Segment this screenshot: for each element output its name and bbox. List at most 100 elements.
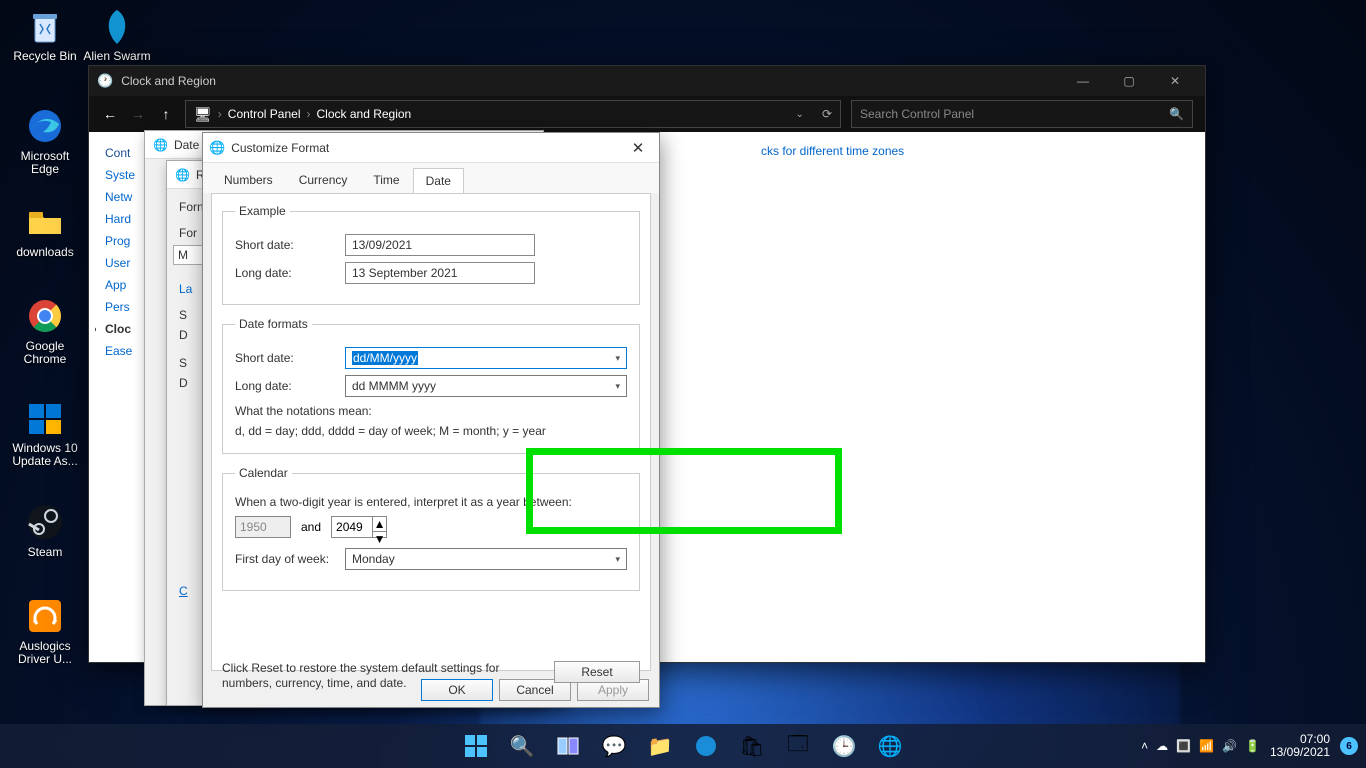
spin-up[interactable]: ▲ xyxy=(373,517,386,532)
close-button[interactable]: ✕ xyxy=(1153,67,1197,95)
group-example: Example Short date: 13/09/2021 Long date… xyxy=(222,204,640,305)
field-label: Short date: xyxy=(235,351,345,365)
field-label: Long date: xyxy=(235,379,345,393)
nav-back-button[interactable]: ← xyxy=(101,106,119,122)
group-legend: Example xyxy=(235,204,290,218)
clock-icon: 🕐 xyxy=(97,73,113,89)
maximize-button[interactable]: ▢ xyxy=(1107,67,1151,95)
nav-forward-button[interactable]: → xyxy=(129,106,147,122)
year-from-input: 1950 xyxy=(235,516,291,538)
breadcrumb[interactable]: 🖥 › Control Panel › Clock and Region ⌄ ⟳ xyxy=(185,100,841,128)
search-icon: 🔍 xyxy=(1169,107,1184,121)
taskbar: 🔍 💬 📁 🛍 🗔 🕒 🌐 ˄ ☁ 🔳 📶 🔊 🔋 07:00 13/09/20… xyxy=(0,724,1366,768)
field-label: Short date: xyxy=(235,238,345,252)
desktop-icon-steam[interactable]: Steam xyxy=(6,502,84,559)
desktop-icon-alien-swarm[interactable]: Alien Swarm xyxy=(78,6,156,63)
globe-icon: 🌐 xyxy=(175,168,190,182)
tab-strip: Numbers Currency Time Date xyxy=(203,163,659,193)
taskbar-app[interactable]: 🗔 xyxy=(778,726,818,766)
taskbar-explorer[interactable]: 📁 xyxy=(640,726,680,766)
desktop-icon-label: Windows 10 Update As... xyxy=(6,442,84,468)
tab-date[interactable]: Date xyxy=(413,168,464,194)
desktop-icon-recycle-bin[interactable]: Recycle Bin xyxy=(6,6,84,63)
desktop-icon-downloads[interactable]: downloads xyxy=(6,202,84,259)
link-clocks-timezones[interactable]: cks for different time zones xyxy=(761,144,904,158)
desktop-icon-label: Alien Swarm xyxy=(83,50,150,63)
tab-time[interactable]: Time xyxy=(360,167,412,193)
desktop-icon-label: Recycle Bin xyxy=(13,50,76,63)
desktop-icon-label: Google Chrome xyxy=(6,340,84,366)
recycle-bin-icon xyxy=(25,6,65,46)
link-language-prefs[interactable]: La xyxy=(179,282,192,296)
tray-wifi-icon[interactable]: 📶 xyxy=(1199,739,1214,753)
tab-numbers[interactable]: Numbers xyxy=(211,167,286,193)
chevron-down-icon: ▾ xyxy=(615,381,620,392)
chevron-down-icon: ▾ xyxy=(615,554,620,565)
desktop-icon-label: Microsoft Edge xyxy=(6,150,84,176)
group-legend: Date formats xyxy=(235,317,312,331)
long-date-format-combo[interactable]: dd MMMM yyyy▾ xyxy=(345,375,627,397)
taskbar-store[interactable]: 🛍 xyxy=(732,726,772,766)
and-label: and xyxy=(301,520,321,534)
field-label: Long date: xyxy=(235,266,345,280)
windows-update-icon xyxy=(25,398,65,438)
breadcrumb-item[interactable]: Control Panel xyxy=(228,107,301,121)
search-input[interactable]: Search Control Panel 🔍 xyxy=(851,100,1193,128)
alien-swarm-icon xyxy=(97,6,137,46)
tray-battery-icon[interactable]: 🔳 xyxy=(1176,739,1191,753)
notation-text: d, dd = day; ddd, dddd = day of week; M … xyxy=(235,423,627,439)
two-digit-year-label: When a two-digit year is entered, interp… xyxy=(235,494,627,510)
chevron-down-icon[interactable]: ⌄ xyxy=(796,109,804,120)
first-day-of-week-combo[interactable]: Monday▾ xyxy=(345,548,627,570)
dialog-title: Customize Format xyxy=(231,141,329,155)
field-label: First day of week: xyxy=(235,552,345,566)
taskbar-search[interactable]: 🔍 xyxy=(502,726,542,766)
tab-currency[interactable]: Currency xyxy=(286,167,361,193)
search-placeholder: Search Control Panel xyxy=(860,107,974,121)
steam-icon xyxy=(25,502,65,542)
tray-chevron-icon[interactable]: ˄ xyxy=(1141,739,1148,753)
taskbar-task-view[interactable] xyxy=(548,726,588,766)
long-date-example: 13 September 2021 xyxy=(345,262,535,284)
desktop-icon-label: Auslogics Driver U... xyxy=(6,640,84,666)
taskbar-settings-time[interactable]: 🕒 xyxy=(824,726,864,766)
desktop-icon-win10-update[interactable]: Windows 10 Update As... xyxy=(6,398,84,468)
breadcrumb-item[interactable]: Clock and Region xyxy=(317,107,412,121)
short-date-example: 13/09/2021 xyxy=(345,234,535,256)
minimize-button[interactable]: — xyxy=(1061,67,1105,95)
window-title: Clock and Region xyxy=(121,74,216,88)
taskbar-edge[interactable] xyxy=(686,726,726,766)
edge-icon xyxy=(25,106,65,146)
tray-onedrive-icon[interactable]: ☁ xyxy=(1156,739,1168,753)
group-legend: Calendar xyxy=(235,466,292,480)
desktop-icon-label: Steam xyxy=(28,546,63,559)
notation-heading: What the notations mean: xyxy=(235,403,627,419)
spin-down[interactable]: ▼ xyxy=(373,532,386,546)
globe-icon: 🌐 xyxy=(209,140,225,156)
close-button[interactable]: ✕ xyxy=(623,139,653,157)
folder-icon xyxy=(25,202,65,242)
year-to-input[interactable]: 2049 ▲▼ xyxy=(331,516,387,538)
desktop-icon-auslogics[interactable]: Auslogics Driver U... xyxy=(6,596,84,666)
auslogics-icon xyxy=(25,596,65,636)
refresh-button[interactable]: ⟳ xyxy=(822,107,832,121)
taskbar-clock[interactable]: 07:00 13/09/2021 xyxy=(1270,733,1330,759)
tray-power-icon[interactable]: 🔋 xyxy=(1245,739,1260,753)
group-calendar: Calendar When a two-digit year is entere… xyxy=(222,466,640,591)
nav-up-button[interactable]: ↑ xyxy=(157,106,175,122)
group-date-formats: Date formats Short date: dd/MM/yyyy▾ Lon… xyxy=(222,317,640,454)
desktop-icon-chrome[interactable]: Google Chrome xyxy=(6,296,84,366)
tray-volume-icon[interactable]: 🔊 xyxy=(1222,739,1237,753)
link-additional[interactable]: C xyxy=(179,584,188,598)
short-date-format-combo[interactable]: dd/MM/yyyy▾ xyxy=(345,347,627,369)
taskbar-chat[interactable]: 💬 xyxy=(594,726,634,766)
globe-icon: 🌐 xyxy=(153,138,168,152)
control-panel-icon: 🖥 xyxy=(194,106,212,123)
start-button[interactable] xyxy=(456,726,496,766)
notification-badge[interactable]: 6 xyxy=(1340,737,1358,755)
desktop-icon-label: downloads xyxy=(16,246,73,259)
reset-button[interactable]: Reset xyxy=(554,661,640,683)
chevron-down-icon: ▾ xyxy=(615,353,620,364)
desktop-icon-edge[interactable]: Microsoft Edge xyxy=(6,106,84,176)
taskbar-region[interactable]: 🌐 xyxy=(870,726,910,766)
